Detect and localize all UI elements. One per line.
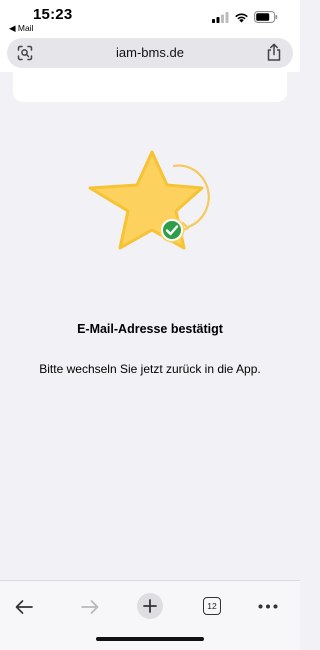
status-icons bbox=[212, 11, 278, 23]
confirmation-message: Bitte wechseln Sie jetzt zurück in die A… bbox=[39, 362, 261, 376]
battery-icon bbox=[254, 11, 278, 23]
home-indicator bbox=[96, 637, 204, 641]
tabs-button[interactable]: 12 bbox=[202, 596, 222, 616]
new-tab-button[interactable] bbox=[137, 593, 163, 619]
forward-icon bbox=[81, 600, 99, 614]
confirmation-heading: E-Mail-Adresse bestätigt bbox=[77, 322, 223, 336]
address-bar[interactable]: iam-bms.de bbox=[7, 38, 293, 68]
plus-icon bbox=[143, 599, 157, 613]
check-badge-icon bbox=[161, 219, 183, 241]
tabs-icon: 12 bbox=[203, 597, 221, 615]
address-area: iam-bms.de bbox=[0, 34, 300, 72]
more-icon bbox=[258, 604, 278, 608]
back-button[interactable] bbox=[10, 595, 38, 619]
share-icon[interactable] bbox=[266, 43, 282, 62]
more-button[interactable] bbox=[256, 599, 280, 613]
status-bar: 15:23 ◀ Mail bbox=[0, 0, 300, 34]
forward-button[interactable] bbox=[76, 595, 104, 619]
back-to-mail-link[interactable]: ◀ Mail bbox=[9, 23, 33, 34]
content-card-top bbox=[13, 72, 287, 102]
back-icon bbox=[15, 600, 33, 614]
wifi-icon bbox=[235, 12, 248, 22]
star-check-illustration bbox=[88, 150, 210, 250]
url-text[interactable]: iam-bms.de bbox=[7, 45, 293, 60]
status-time: 15:23 bbox=[33, 6, 73, 23]
cellular-signal-icon bbox=[212, 11, 229, 23]
